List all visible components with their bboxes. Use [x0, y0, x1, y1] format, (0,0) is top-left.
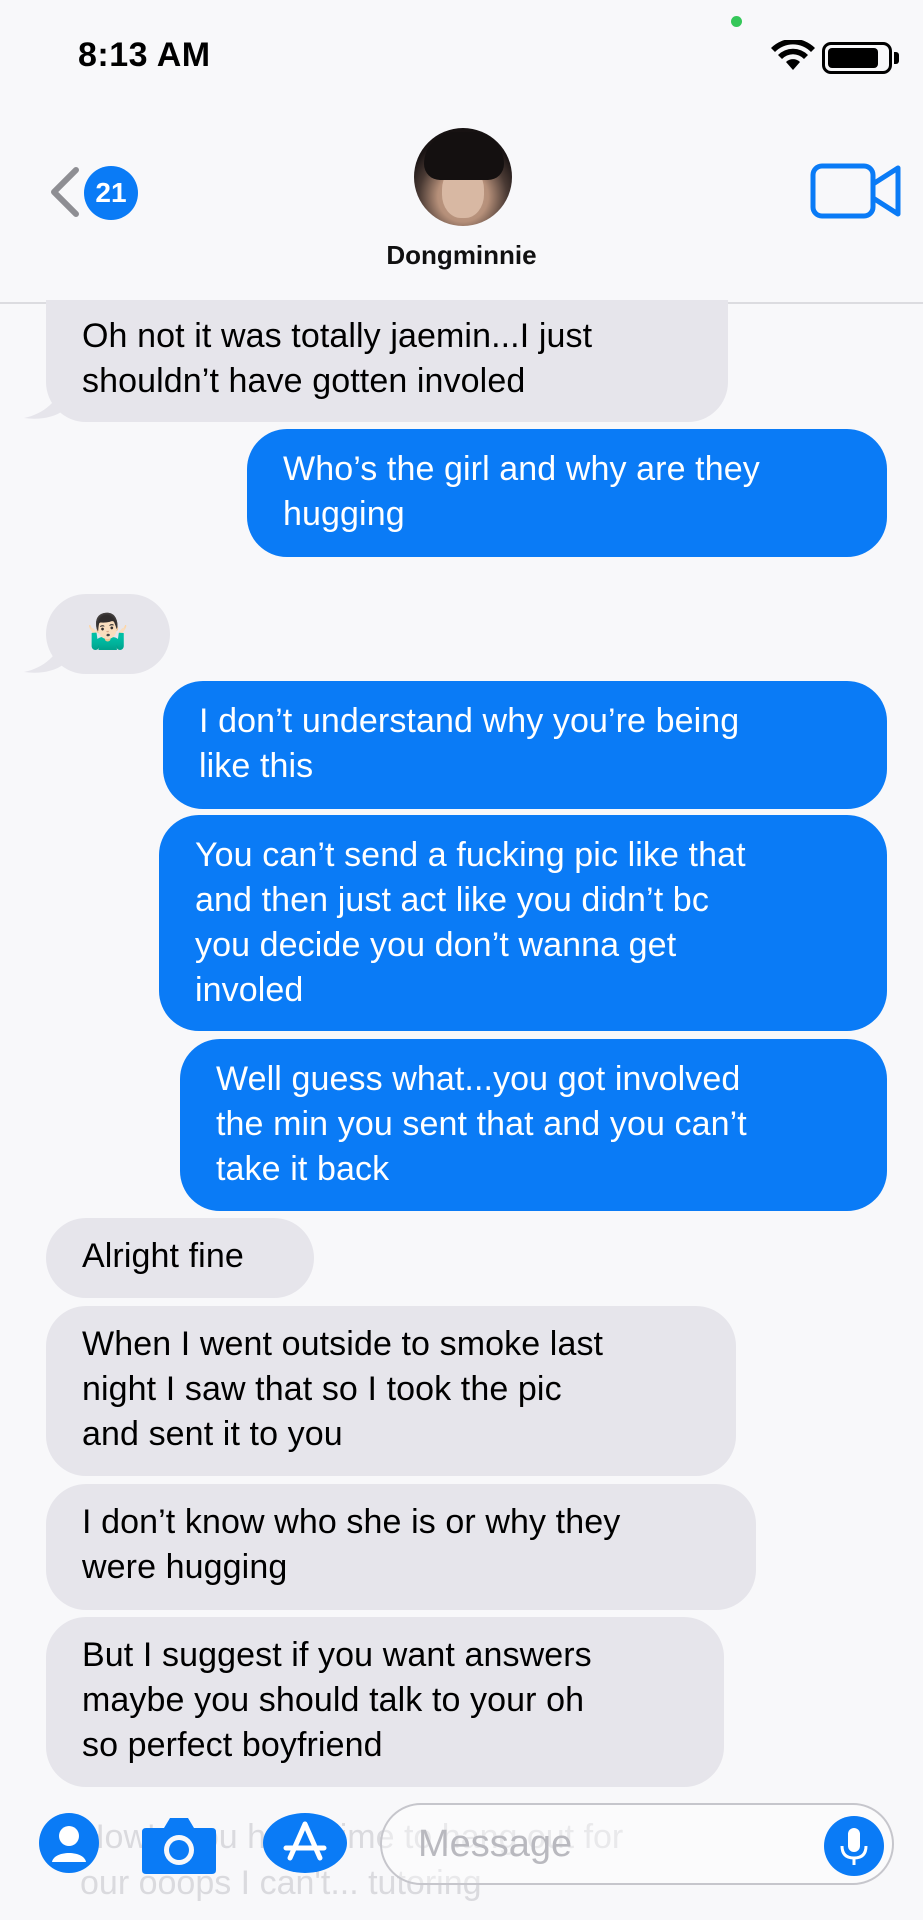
status-time: 8:13 AM: [78, 36, 211, 74]
message-line: Oh not it was totally jaemin...I just: [82, 317, 593, 355]
conversation-header: 21 Dongminnie: [0, 90, 923, 304]
contact-name[interactable]: Dongminnie: [0, 240, 923, 271]
message-line: you decide you don’t wanna get: [195, 926, 677, 964]
message-bubble-incoming[interactable]: Alright fine: [46, 1218, 314, 1298]
message-line: so perfect boyfriend: [82, 1726, 383, 1764]
bubble-tail: [24, 380, 64, 419]
imessage-screen: 8:13 AM 21 Dongminnie Oh not it was tota…: [0, 0, 923, 1920]
message-bubble-outgoing[interactable]: I don’t understand why you’re being like…: [163, 681, 887, 809]
message-line: maybe you should talk to your oh: [82, 1681, 585, 1719]
battery-icon: [822, 42, 900, 74]
message-bubble-incoming[interactable]: 🤷🏻‍♂️: [46, 594, 170, 674]
message-bubble-outgoing[interactable]: You can’t send a fucking pic like that a…: [159, 815, 887, 1031]
app-store-icon[interactable]: [262, 1812, 348, 1874]
message-line: and then just act like you didn’t bc: [195, 881, 709, 919]
camera-in-use-indicator: [731, 16, 742, 27]
message-bubble-outgoing[interactable]: Who’s the girl and why are they hugging: [247, 429, 887, 557]
message-line: shouldn’t have gotten involed: [82, 362, 526, 400]
message-line: take it back: [216, 1150, 390, 1188]
message-line: I don’t know who she is or why they: [82, 1503, 621, 1541]
shrug-emoji: 🤷🏻‍♂️: [86, 613, 130, 651]
message-line: involed: [195, 971, 304, 1009]
message-line: When I went outside to smoke last: [82, 1325, 604, 1363]
chevron-left-icon[interactable]: [44, 164, 84, 220]
contact-avatar[interactable]: [414, 128, 512, 226]
microphone-icon: [840, 1828, 868, 1865]
message-line: Who’s the girl and why are they: [283, 450, 760, 488]
message-bubble-incoming[interactable]: When I went outside to smoke last night …: [46, 1306, 736, 1476]
message-line: You can’t send a fucking pic like that: [195, 836, 746, 874]
message-line: and sent it to you: [82, 1415, 343, 1453]
microphone-button[interactable]: [824, 1816, 884, 1876]
message-line: night I saw that so I took the pic: [82, 1370, 562, 1408]
message-placeholder: Message: [418, 1823, 573, 1865]
message-line: Alright fine: [82, 1237, 244, 1275]
message-line: Well guess what...you got involved: [216, 1060, 741, 1098]
message-line: like this: [199, 747, 314, 785]
person-icon[interactable]: [38, 1812, 100, 1874]
message-line: the min you sent that and you can’t: [216, 1105, 747, 1143]
message-line: hugging: [283, 495, 405, 533]
message-line: But I suggest if you want answers: [82, 1636, 592, 1674]
message-bubble-incoming[interactable]: But I suggest if you want answers maybe …: [46, 1617, 724, 1787]
unread-count-badge[interactable]: 21: [84, 166, 138, 220]
wifi-icon: [771, 40, 815, 70]
camera-icon[interactable]: [140, 1812, 218, 1876]
video-camera-icon[interactable]: [810, 160, 902, 222]
message-bubble-incoming[interactable]: Oh not it was totally jaemin...I just sh…: [46, 300, 728, 422]
bubble-tail: [24, 634, 64, 673]
message-bubble-incoming[interactable]: I don’t know who she is or why they were…: [46, 1484, 756, 1610]
message-bubble-outgoing[interactable]: Well guess what...you got involved the m…: [180, 1039, 887, 1211]
message-line: I don’t understand why you’re being: [199, 702, 740, 740]
message-input[interactable]: Message: [380, 1803, 894, 1885]
message-line: were hugging: [82, 1548, 288, 1586]
